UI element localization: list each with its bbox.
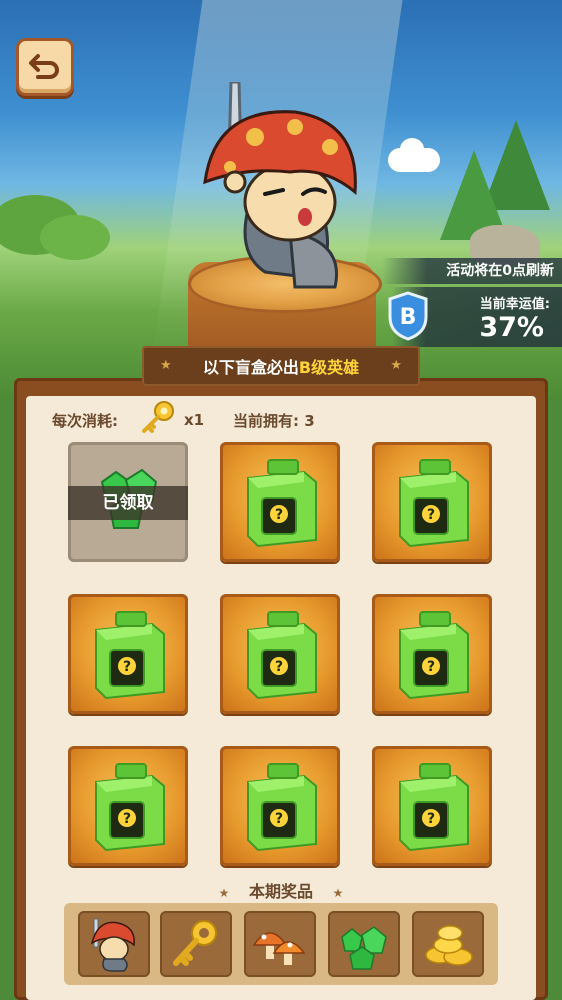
prizes-title-text: 本期奖品 [248, 882, 313, 901]
key-icon [173, 920, 217, 966]
guarantee-banner: ★ 以下盲盒必出 B级英雄 ★ [142, 346, 420, 386]
prize-mushroom[interactable] [244, 911, 316, 977]
blind-box[interactable]: ? [372, 746, 492, 866]
luck-label: 当前幸运值: [479, 297, 550, 312]
blind-box[interactable]: ? [220, 594, 340, 714]
owned-count: 当前拥有: 3 [233, 412, 315, 430]
hero-icon [90, 918, 135, 972]
star-icon: ★ [160, 358, 172, 373]
prize-key[interactable] [160, 911, 232, 977]
prize-row [64, 903, 498, 985]
blind-box[interactable]: ? [68, 594, 188, 714]
bush [40, 215, 110, 260]
mushroom-hero [195, 80, 375, 297]
grade-b-shield-icon: B [388, 291, 428, 341]
prizes-title: ★ 本期奖品 ★ [0, 878, 562, 902]
mystery-box-icon: ? [247, 763, 317, 852]
key-icon [142, 401, 174, 433]
emerald-gems-icon [341, 926, 387, 970]
svg-text:?: ? [275, 507, 283, 523]
luck-panel: B 当前幸运值: 37% [388, 287, 562, 347]
svg-text:?: ? [123, 811, 131, 827]
back-arrow-icon [29, 54, 59, 79]
refresh-notice: 活动将在0点刷新 [382, 258, 562, 284]
blind-box[interactable]: ? [220, 442, 340, 562]
guarantee-text: 以下盲盒必出 [202, 358, 299, 377]
mystery-box-icon: ? [247, 459, 317, 548]
star-icon: ★ [332, 886, 344, 900]
guarantee-highlight: B级英雄 [298, 358, 360, 377]
mystery-box-icon: ? [247, 611, 317, 700]
mystery-box-icon: ? [399, 611, 469, 700]
prize-emerald[interactable] [328, 911, 400, 977]
luck-grade: B [400, 305, 417, 330]
mystery-box-icon: ? [399, 459, 469, 548]
luck-value: 37% [479, 312, 544, 343]
svg-text:?: ? [275, 659, 283, 675]
star-icon: ★ [218, 886, 230, 900]
mystery-box-icon: ? [399, 763, 469, 852]
svg-text:?: ? [427, 507, 435, 523]
blind-box[interactable]: ? [372, 594, 492, 714]
svg-text:?: ? [275, 811, 283, 827]
cost-quantity: x1 [184, 411, 205, 429]
mystery-box-icon: ? [95, 763, 165, 852]
star-icon: ★ [390, 358, 402, 373]
prize-coins[interactable] [412, 911, 484, 977]
mushroom-icon [252, 932, 306, 965]
blind-box[interactable]: ? [372, 442, 492, 562]
prize-hero[interactable] [78, 911, 150, 977]
blind-box[interactable]: ? [220, 746, 340, 866]
gold-coins-icon [425, 925, 473, 966]
blind-box[interactable]: ? [68, 746, 188, 866]
cost-label: 每次消耗: [52, 412, 118, 430]
blind-box-claimed: 已领取 [68, 442, 188, 562]
cloud [388, 138, 440, 172]
claimed-label: 已领取 [68, 486, 188, 520]
mystery-box-icon: ? [95, 611, 165, 700]
svg-text:?: ? [123, 659, 131, 675]
svg-text:?: ? [427, 811, 435, 827]
svg-text:?: ? [427, 659, 435, 675]
back-button[interactable] [16, 38, 74, 96]
